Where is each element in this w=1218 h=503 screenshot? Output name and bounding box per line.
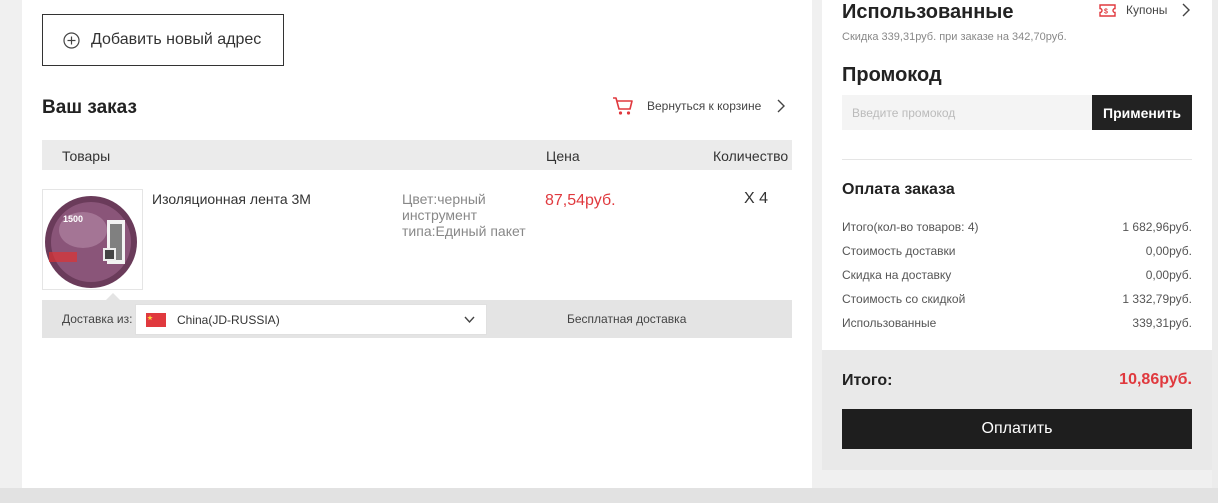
divider	[842, 159, 1192, 160]
plus-circle-icon	[63, 31, 80, 49]
order-table-header: Товары Цена Количество	[42, 140, 792, 170]
tape-roll-image: 1500	[43, 190, 142, 289]
summary-label: Итого(кол-во товаров: 4)	[842, 220, 979, 234]
order-title: Ваш заказ	[42, 97, 137, 118]
back-to-cart-link[interactable]: Вернуться к корзине	[612, 96, 786, 116]
coupons-label: Купоны	[1126, 3, 1168, 17]
summary-value: 1 332,79руб.	[1122, 292, 1192, 306]
summary-label: Использованные	[842, 316, 937, 330]
delivery-origin-value: China(JD-RUSSIA)	[177, 312, 280, 327]
promo-code-input[interactable]	[842, 95, 1092, 130]
china-flag-icon	[146, 312, 166, 327]
product-name[interactable]: Изоляционная лента 3M	[152, 191, 311, 207]
summary-value: 0,00руб.	[1145, 268, 1192, 282]
summary-label: Стоимость со скидкой	[842, 292, 966, 306]
coupons-link[interactable]: $ Купоны	[1099, 3, 1191, 17]
summary-row-coupons-used: Использованные 339,31руб.	[842, 316, 1192, 332]
summary-label: Стоимость доставки	[842, 244, 956, 258]
add-address-button[interactable]: Добавить новый адрес	[42, 14, 284, 66]
delivery-from-label: Доставка из:	[62, 312, 133, 326]
pay-button[interactable]: Оплатить	[842, 409, 1192, 449]
chevron-right-icon	[777, 99, 786, 113]
promo-title: Промокод	[842, 64, 942, 86]
total-label: Итого:	[842, 372, 893, 389]
scrollbar-track[interactable]	[1212, 0, 1218, 488]
ticket-icon: $	[1099, 3, 1116, 17]
summary-row-shipping-discount: Скидка на доставку 0,00руб.	[842, 268, 1192, 284]
page-footer-strip	[0, 488, 1218, 503]
coupon-discount-note: Скидка 339,31руб. при заказе на 342,70ру…	[842, 31, 1067, 43]
column-goods: Товары	[62, 148, 111, 164]
svg-text:$: $	[1104, 8, 1108, 15]
cart-icon	[613, 97, 633, 115]
free-delivery-label: Бесплатная доставка	[567, 312, 687, 326]
summary-label: Скидка на доставку	[842, 268, 952, 282]
column-price: Цена	[546, 148, 580, 164]
order-total-box: Итого: 10,86руб. Оплатить	[822, 350, 1212, 470]
product-price: 87,54руб.	[545, 192, 616, 209]
summary-value: 0,00руб.	[1145, 244, 1192, 258]
delivery-origin-select[interactable]: China(JD-RUSSIA)	[135, 304, 487, 335]
total-value: 10,86руб.	[1119, 371, 1192, 388]
product-quantity: X 4	[744, 190, 769, 207]
back-to-cart-label: Вернуться к корзине	[647, 99, 762, 113]
add-address-label: Добавить новый адрес	[91, 31, 262, 48]
apply-promo-button[interactable]: Применить	[1092, 95, 1192, 130]
chevron-down-icon	[464, 316, 475, 324]
summary-value: 1 682,96руб.	[1122, 220, 1192, 234]
summary-row-subtotal: Итого(кол-во товаров: 4) 1 682,96руб.	[842, 220, 1192, 236]
summary-row-discounted-cost: Стоимость со скидкой 1 332,79руб.	[842, 292, 1192, 308]
summary-row-shipping: Стоимость доставки 0,00руб.	[842, 244, 1192, 260]
payment-title: Оплата заказа	[842, 181, 955, 198]
tape-label-text: 1500	[63, 214, 83, 224]
checkout-summary-panel: Использованные $ Купоны Скидка 339,31руб…	[822, 0, 1212, 470]
chevron-right-icon	[1182, 3, 1191, 17]
summary-value: 339,31руб.	[1132, 316, 1192, 330]
product-image[interactable]: 1500	[42, 189, 143, 290]
coupons-title: Использованные	[842, 1, 1014, 23]
column-quantity: Количество	[713, 148, 789, 164]
product-attributes: Цвет:черный инструмент типа:Единый пакет	[402, 191, 526, 239]
pointer-notch	[106, 293, 120, 300]
delivery-bar: Доставка из: China(JD-RUSSIA) Бесплатная…	[42, 293, 792, 338]
order-panel: Добавить новый адрес Ваш заказ Вернуться…	[22, 0, 812, 488]
